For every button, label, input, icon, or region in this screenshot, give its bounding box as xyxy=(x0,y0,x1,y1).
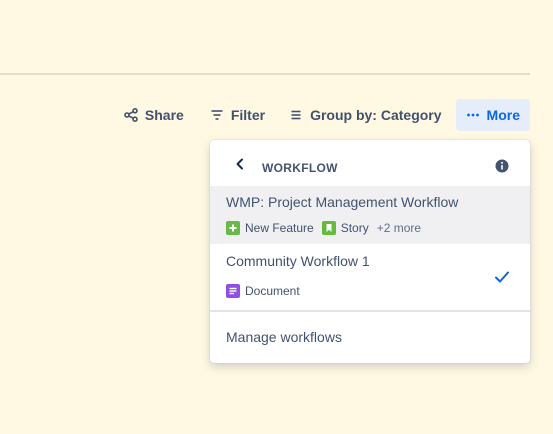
checkmark-icon xyxy=(494,270,510,284)
filter-label: Filter xyxy=(230,107,266,123)
workflow-item-wmp[interactable]: WMP: Project Management Workflow New Fea… xyxy=(210,186,530,244)
board-page: Share Filter Group by: Category More WOR… xyxy=(0,0,553,434)
group-by-button[interactable]: Group by: Category xyxy=(279,99,451,131)
group-by-label: Group by: Category xyxy=(310,107,442,123)
new-feature-icon xyxy=(226,221,240,235)
issue-type-tag: Story xyxy=(321,221,369,235)
filter-icon xyxy=(210,108,224,122)
share-label: Share xyxy=(144,107,184,123)
manage-workflows-item[interactable]: Manage workflows xyxy=(210,312,530,363)
more-issue-types: +2 more xyxy=(376,221,422,235)
share-icon xyxy=(124,108,138,122)
issue-type-label: Document xyxy=(245,284,300,298)
issue-type-tag: Document xyxy=(226,284,300,298)
share-button[interactable]: Share xyxy=(114,99,194,131)
more-button[interactable]: More xyxy=(455,99,530,131)
ellipsis-icon xyxy=(466,108,480,122)
board-toolbar: Share Filter Group by: Category More xyxy=(114,99,530,131)
workflow-issue-types: New Feature Story +2 more xyxy=(226,221,421,235)
workflow-dropdown: WORKFLOW WMP: Project Management Workflo… xyxy=(210,140,530,363)
issue-type-label: Story xyxy=(340,221,369,235)
back-button[interactable] xyxy=(232,158,248,174)
workflow-menu-title: WORKFLOW xyxy=(262,161,338,175)
list-icon xyxy=(289,108,303,122)
workflow-name: WMP: Project Management Workflow xyxy=(226,194,459,210)
header-divider xyxy=(0,73,530,75)
more-label: More xyxy=(486,107,520,123)
info-icon[interactable] xyxy=(495,159,509,173)
document-icon xyxy=(226,284,240,298)
story-icon xyxy=(321,221,336,235)
issue-type-label: New Feature xyxy=(245,221,314,235)
issue-type-tag: New Feature xyxy=(226,221,314,235)
workflow-issue-types: Document xyxy=(226,284,300,298)
workflow-dropdown-header: WORKFLOW xyxy=(210,140,530,186)
filter-button[interactable]: Filter xyxy=(200,99,275,131)
chevron-left-icon xyxy=(235,157,245,175)
manage-workflows-label: Manage workflows xyxy=(226,329,342,345)
workflow-item-community[interactable]: Community Workflow 1 Document xyxy=(210,244,530,310)
workflow-name: Community Workflow 1 xyxy=(226,253,370,269)
